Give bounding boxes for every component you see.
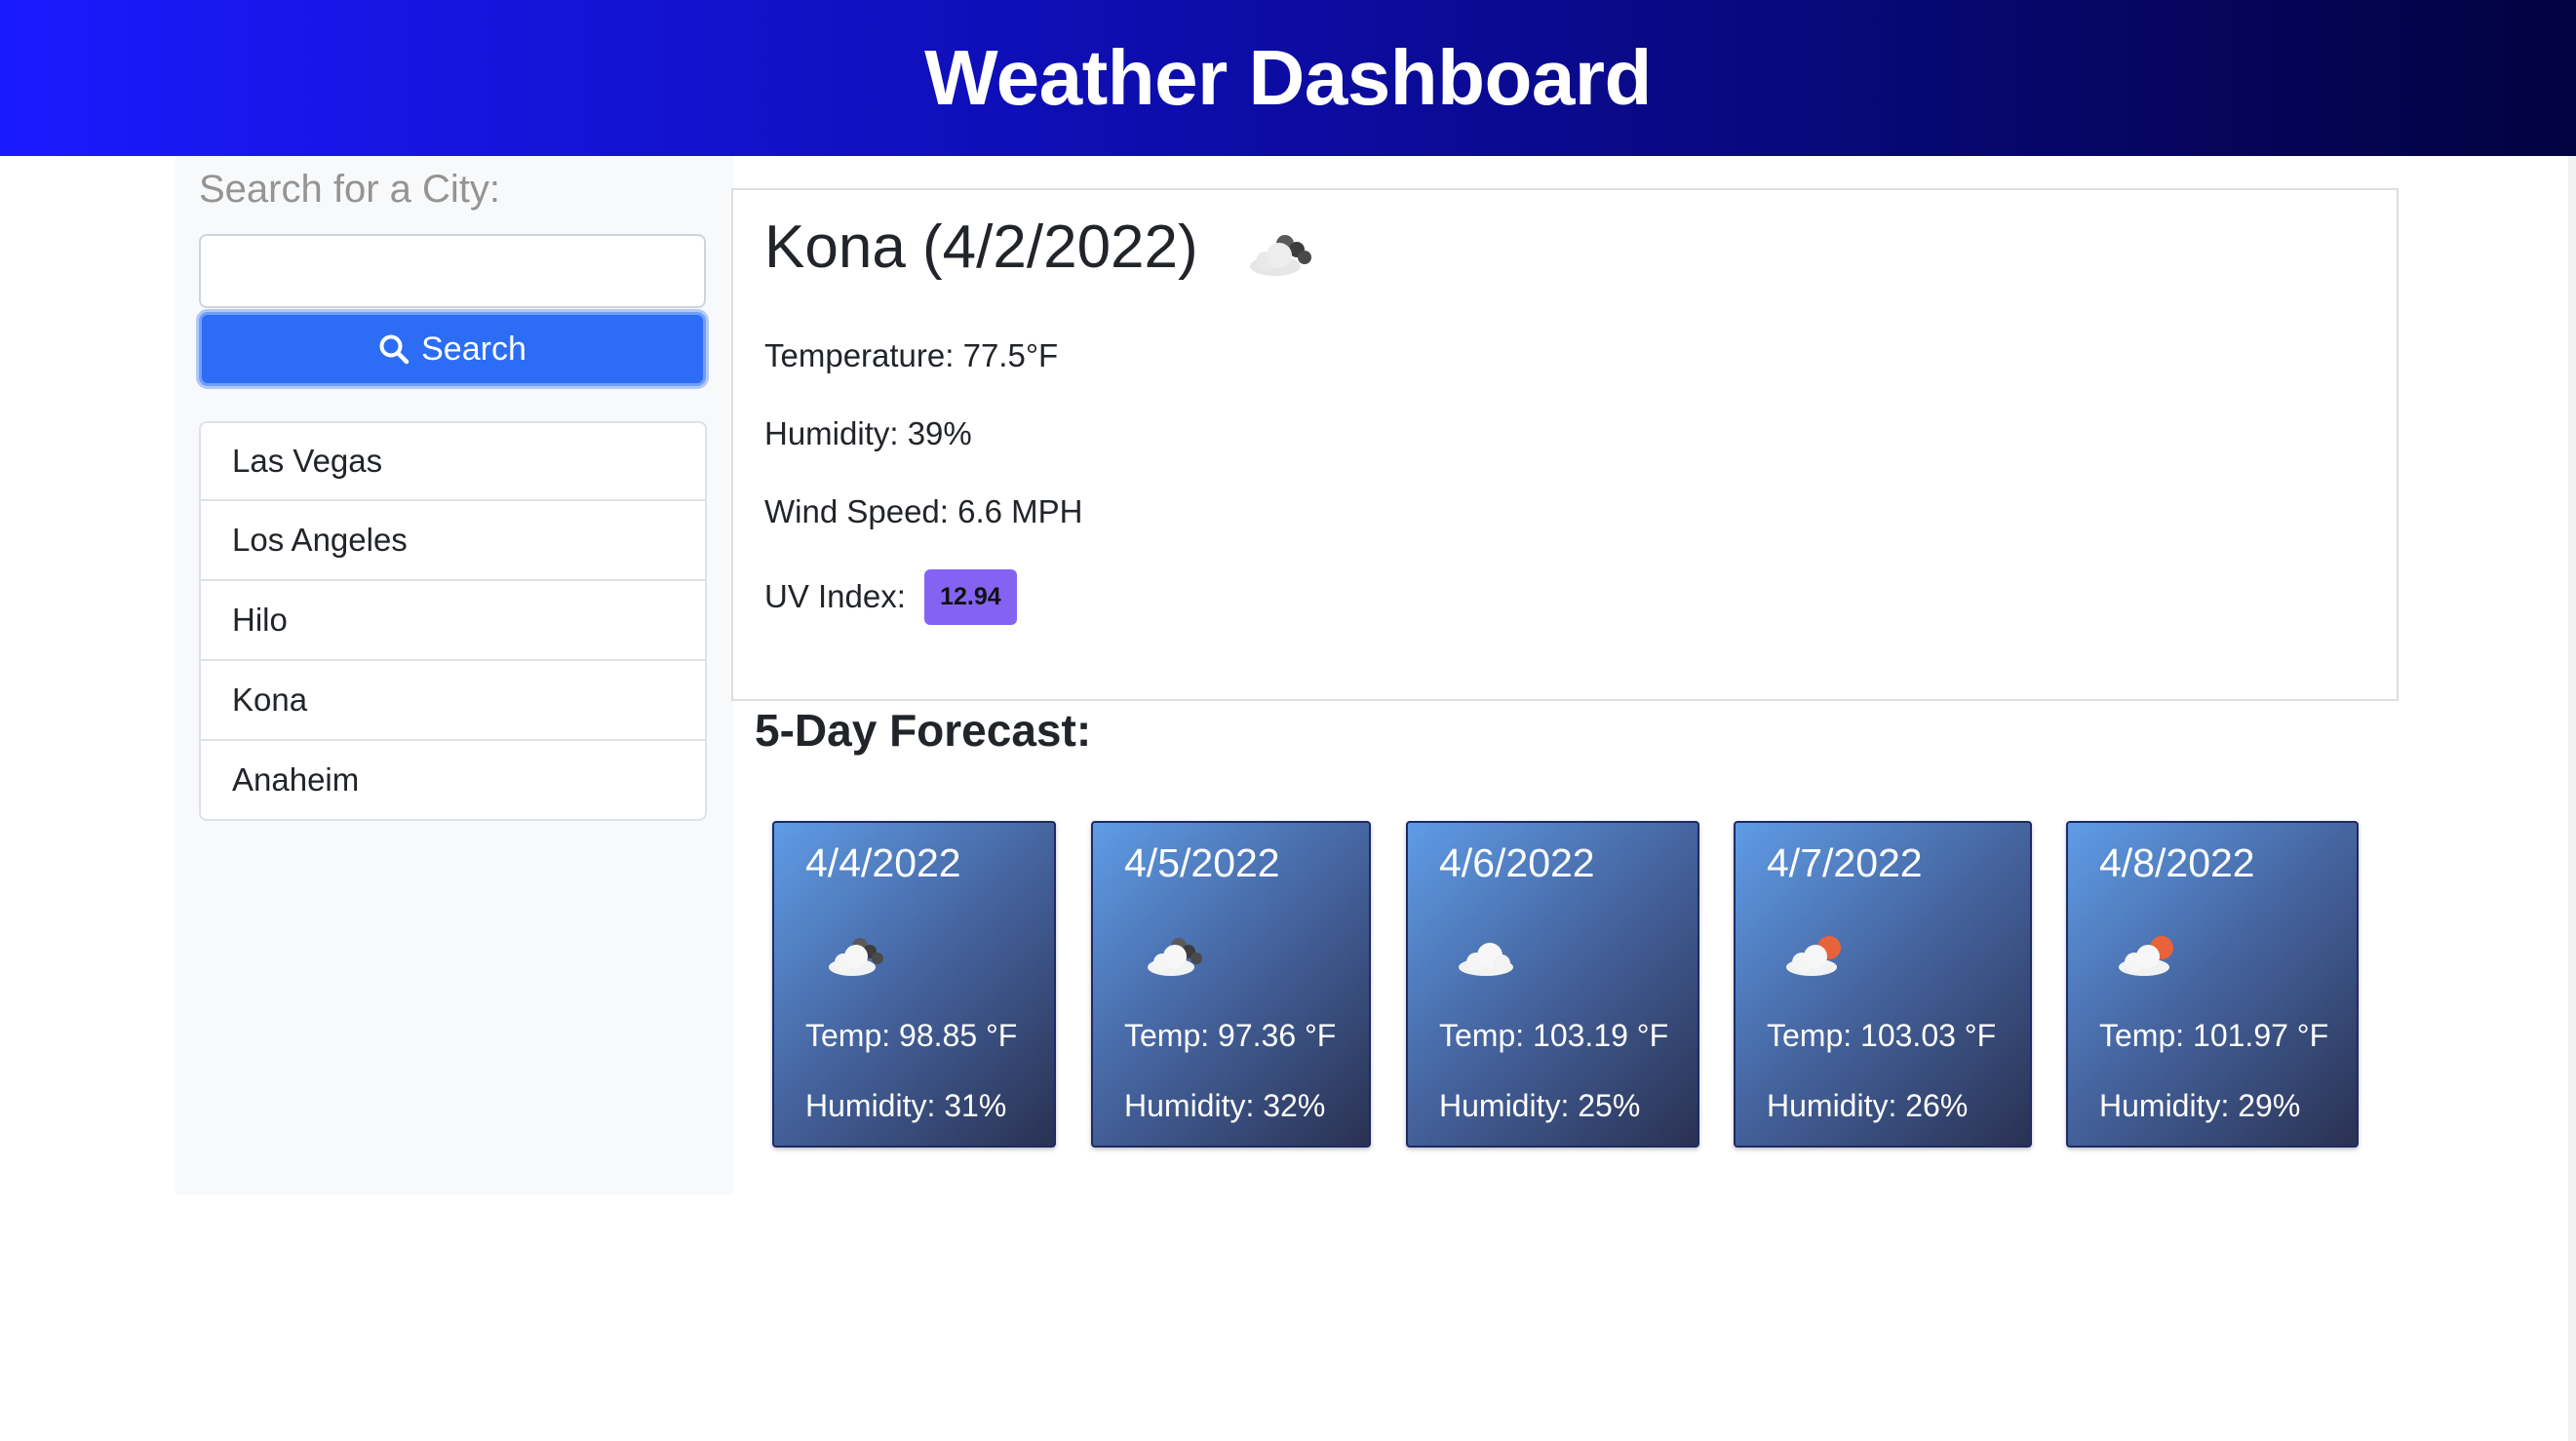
app-header: Weather Dashboard	[0, 0, 2576, 156]
city-item[interactable]: Los Angeles	[199, 501, 707, 581]
forecast-card: 4/4/2022 Temp: 98.85 °F Humidity: 31%	[772, 821, 1056, 1148]
broken-clouds-icon	[1250, 235, 1311, 276]
search-label: Search for a City:	[199, 168, 501, 211]
forecast-date: 4/7/2022	[1767, 840, 1923, 885]
forecast-temp: Temp: 103.03 °F	[1767, 1018, 1997, 1053]
broken-clouds-icon	[829, 938, 883, 976]
search-input[interactable]	[199, 234, 706, 308]
city-item[interactable]: Hilo	[199, 581, 707, 661]
forecast-date: 4/8/2022	[2099, 840, 2255, 885]
forecast-date: 4/4/2022	[805, 840, 961, 885]
forecast-humidity: Humidity: 32%	[1124, 1088, 1326, 1123]
search-history-list: Las Vegas Los Angeles Hilo Kona Anaheim	[199, 421, 707, 821]
forecast-card: 4/7/2022 Temp: 103.03 °F Humidity: 26%	[1734, 821, 2032, 1148]
forecast-temp: Temp: 101.97 °F	[2099, 1018, 2329, 1053]
uv-label: UV Index:	[764, 578, 906, 615]
forecast-temp: Temp: 103.19 °F	[1439, 1018, 1669, 1053]
forecast-date: 4/5/2022	[1124, 840, 1280, 885]
search-button[interactable]: Search	[199, 312, 706, 386]
city-item[interactable]: Anaheim	[199, 741, 707, 821]
forecast-temp: Temp: 98.85 °F	[805, 1018, 1018, 1053]
forecast-card: 4/8/2022 Temp: 101.97 °F Humidity: 29%	[2066, 821, 2359, 1148]
forecast-date: 4/6/2022	[1439, 840, 1595, 885]
forecast-heading: 5-Day Forecast:	[755, 705, 1092, 756]
page-title: Weather Dashboard	[924, 34, 1652, 121]
forecast-humidity: Humidity: 26%	[1767, 1088, 1969, 1123]
forecast-humidity: Humidity: 31%	[805, 1088, 1007, 1123]
partly-cloudy-sun-icon	[2119, 936, 2173, 976]
current-temperature: Temperature: 77.5°F	[764, 337, 1059, 373]
current-wind-speed: Wind Speed: 6.6 MPH	[764, 493, 1083, 529]
uv-index-badge: 12.94	[924, 569, 1017, 625]
city-item[interactable]: Kona	[199, 661, 707, 741]
search-icon	[379, 334, 410, 365]
forecast-humidity: Humidity: 29%	[2099, 1088, 2301, 1123]
scrollbar-track[interactable]	[2568, 156, 2576, 1441]
forecast-card: 4/5/2022 Temp: 97.36 °F Humidity: 32%	[1091, 821, 1371, 1148]
current-humidity: Humidity: 39%	[764, 415, 972, 451]
city-item[interactable]: Las Vegas	[199, 421, 707, 501]
search-button-label: Search	[421, 330, 527, 368]
partly-cloudy-sun-icon	[1786, 936, 1841, 976]
broken-clouds-icon	[1148, 938, 1202, 976]
current-city-title: Kona (4/2/2022)	[764, 214, 1198, 281]
forecast-humidity: Humidity: 25%	[1439, 1088, 1641, 1123]
forecast-card: 4/6/2022 Temp: 103.19 °F Humidity: 25%	[1406, 821, 1699, 1148]
current-uv-row: UV Index: 12.94	[764, 569, 1017, 627]
forecast-temp: Temp: 97.36 °F	[1124, 1018, 1337, 1053]
cloud-icon	[1459, 943, 1513, 976]
